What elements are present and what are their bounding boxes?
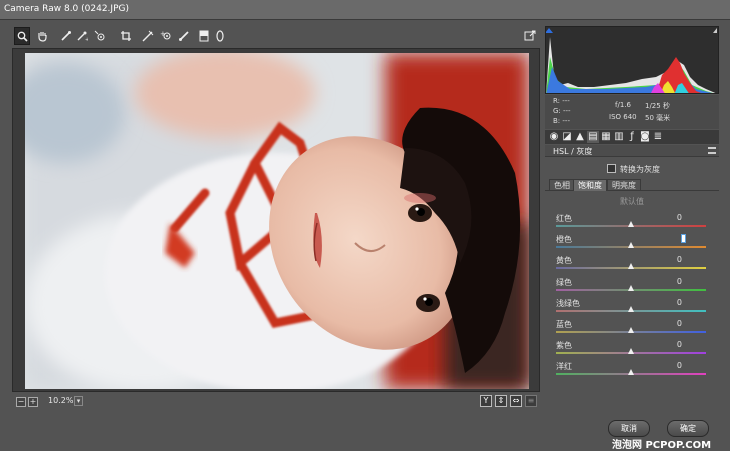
slider-value[interactable]: 0 [677, 340, 682, 349]
slider-row: 橙色 [556, 234, 708, 252]
toggle-view-icon[interactable]: ≡ [525, 395, 537, 407]
split-toning-icon[interactable]: ▦ [600, 131, 612, 143]
slider-label: 绿色 [556, 277, 572, 287]
straighten-tool-icon[interactable] [140, 27, 156, 45]
toolbar: + + [12, 27, 540, 47]
svg-text:+: + [160, 30, 166, 38]
red-readout: R: --- [553, 97, 570, 105]
radial-filter-icon[interactable] [212, 27, 228, 45]
presets-icon[interactable]: ≣ [652, 131, 664, 143]
window-title: Camera Raw 8.0 (0242.JPG) [4, 4, 129, 14]
title-bar: Camera Raw 8.0 (0242.JPG) [0, 0, 730, 20]
slider-value[interactable]: 0 [677, 213, 682, 222]
focal-length-value: 50 毫米 [645, 114, 671, 122]
image-preview[interactable] [12, 48, 540, 392]
panel-menu-icon[interactable] [708, 147, 716, 154]
zoom-level: 10.2% [48, 396, 74, 405]
crop-tool-icon[interactable] [118, 27, 134, 45]
zoom-tool-icon[interactable] [14, 27, 30, 45]
tab-luminance[interactable]: 明亮度 [607, 179, 641, 191]
slider-value[interactable]: 0 [677, 277, 682, 286]
slider-thumb[interactable] [628, 348, 634, 355]
slider-thumb[interactable] [628, 263, 634, 270]
blue-readout: B: --- [553, 117, 570, 125]
slider-row: 红色 0 [556, 213, 708, 231]
camera-calibration-icon[interactable]: ◙ [639, 131, 651, 143]
swap-view-icon[interactable]: ⇕ [495, 395, 507, 407]
lens-corrections-icon[interactable]: ▥ [613, 131, 625, 143]
photo-illustration [25, 53, 529, 389]
slider-label: 黄色 [556, 256, 572, 266]
red-eye-tool-icon[interactable]: + [158, 27, 174, 45]
photo [25, 53, 529, 389]
slider-row: 蓝色 0 [556, 319, 708, 337]
shutter-speed-value: 1/25 秒 [645, 102, 670, 110]
slider-row: 紫色 0 [556, 340, 708, 358]
slider-value[interactable]: 0 [677, 255, 682, 264]
green-readout: G: --- [553, 107, 571, 115]
effects-icon[interactable]: ƒ [626, 131, 638, 143]
slider-label: 紫色 [556, 341, 572, 351]
ok-button[interactable]: 确定 [667, 420, 709, 437]
color-sampler-tool-icon[interactable]: + [74, 27, 90, 45]
tab-saturation[interactable]: 饱和度 [573, 179, 607, 191]
slider-row: 黄色 0 [556, 255, 708, 273]
slider-value[interactable]: 0 [677, 298, 682, 307]
adjustment-brush-icon[interactable] [176, 27, 192, 45]
slider-value[interactable] [681, 234, 686, 244]
cancel-button[interactable]: 取消 [608, 420, 650, 437]
hand-tool-icon[interactable] [34, 27, 50, 45]
slider-thumb[interactable] [628, 327, 634, 333]
slider-row: 浅绿色 0 [556, 298, 708, 316]
tab-hue[interactable]: 色相 [549, 179, 575, 191]
slider-label: 浅绿色 [556, 298, 580, 308]
slider-label: 蓝色 [556, 320, 572, 329]
slider-label: 洋红 [556, 362, 572, 372]
slider-value[interactable]: 0 [677, 361, 682, 370]
hsl-panel-icon[interactable]: ▤ [587, 131, 599, 143]
rgb-readout: R: --- G: --- B: --- f/1.6 1/25 秒 ISO 64… [545, 95, 719, 129]
slider-row: 绿色 0 [556, 277, 708, 295]
graduated-filter-icon[interactable] [196, 27, 212, 45]
before-after-view-button[interactable]: Y [480, 395, 492, 407]
iso-value: ISO 640 [609, 113, 637, 121]
watermark: 泡泡网 PCPOP.COM [612, 440, 712, 451]
detail-icon[interactable]: ▲ [574, 131, 586, 143]
targeted-adjustment-tool-icon[interactable] [92, 27, 108, 45]
slider-label: 橙色 [556, 235, 572, 245]
slider-value[interactable]: 0 [677, 319, 682, 328]
zoom-dropdown[interactable]: ▾ [74, 396, 83, 406]
slider-thumb[interactable] [628, 221, 634, 227]
convert-grayscale-label: 转换为灰度 [620, 165, 660, 174]
white-balance-tool-icon[interactable] [58, 27, 74, 45]
slider-thumb[interactable] [628, 305, 634, 312]
fullscreen-icon[interactable] [522, 27, 538, 45]
highlight-clipping-warning [713, 28, 717, 33]
slider-thumb[interactable] [628, 242, 634, 249]
preview-status-bar: − + 10.2% ▾ Y ⇕ ⇔ ≡ [12, 394, 540, 410]
slider-thumb[interactable] [628, 369, 634, 376]
zoom-out-button[interactable]: − [16, 397, 26, 407]
slider-label: 红色 [556, 214, 572, 223]
panel-title: HSL / 灰度 [553, 147, 593, 156]
hsl-panel-header: HSL / 灰度 [545, 145, 719, 157]
aperture-value: f/1.6 [615, 101, 631, 109]
slider-thumb[interactable] [628, 284, 634, 291]
svg-text:+: + [85, 37, 88, 42]
hsl-subtabs: 色相 饱和度 明亮度 [545, 179, 719, 191]
histogram [545, 26, 719, 94]
basic-panel-icon[interactable]: ◉ [548, 131, 560, 143]
tone-curve-icon[interactable]: ◪ [561, 131, 573, 143]
default-link[interactable]: 默认值 [545, 196, 719, 207]
convert-grayscale-checkbox[interactable] [607, 164, 616, 173]
slider-row: 洋红 0 [556, 361, 708, 379]
copy-settings-icon[interactable]: ⇔ [510, 395, 522, 407]
panel-tabs: ◉ ◪ ▲ ▤ ▦ ▥ ƒ ◙ ≣ [545, 130, 719, 144]
zoom-in-button[interactable]: + [28, 397, 38, 407]
